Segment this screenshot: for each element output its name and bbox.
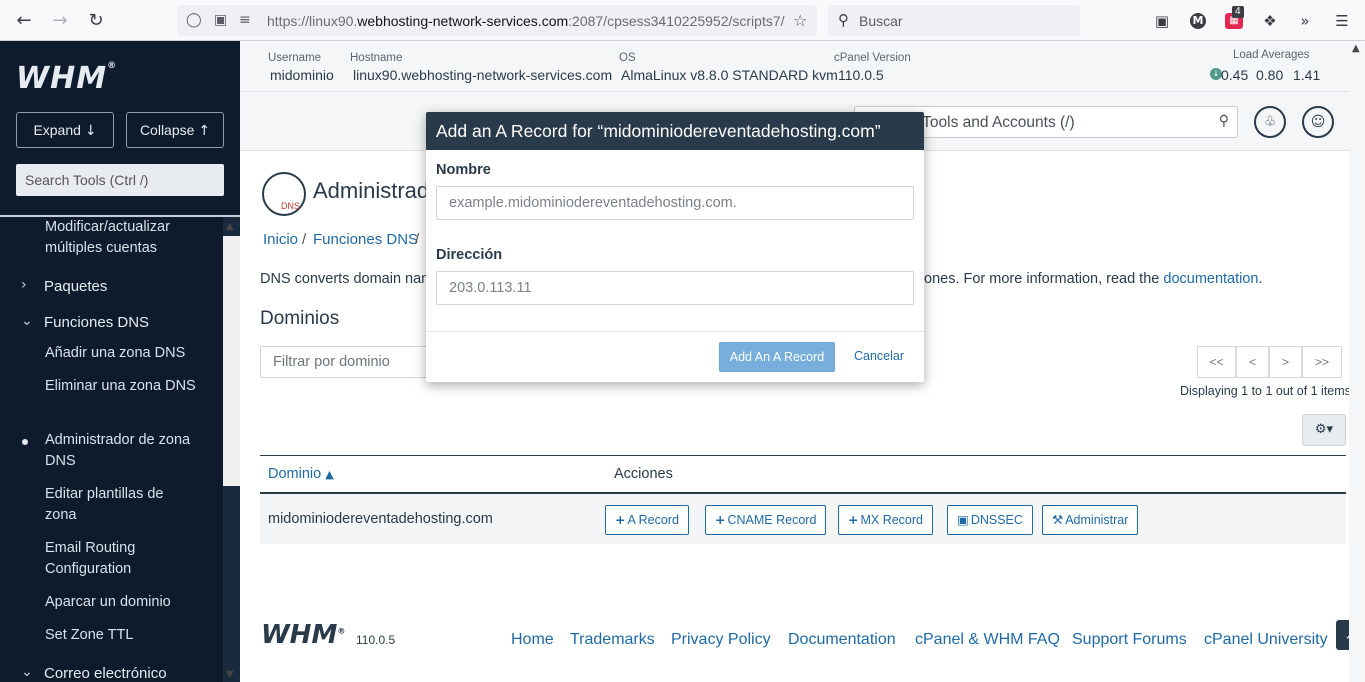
permissions-icon[interactable]: ≡ bbox=[239, 12, 251, 28]
url-bar[interactable]: ◯ ▣ ≡ https://linux90.webhosting-network… bbox=[177, 5, 817, 36]
url-text[interactable]: https://linux90.webhosting-network-servi… bbox=[267, 13, 787, 29]
menu-hamburger-icon[interactable]: ☰ bbox=[1332, 11, 1352, 31]
name-field-label: Nombre bbox=[436, 162, 491, 178]
cancel-button[interactable]: Cancelar bbox=[854, 349, 904, 363]
name-input[interactable] bbox=[436, 186, 914, 220]
address-input[interactable] bbox=[436, 271, 914, 305]
add-a-record-dialog: Add an A Record for “midominiodereventad… bbox=[426, 112, 924, 382]
browser-search-placeholder: Buscar bbox=[859, 13, 903, 29]
dialog-footer-divider bbox=[426, 331, 924, 332]
overflow-chevrons-icon[interactable]: » bbox=[1295, 11, 1315, 31]
browser-search-box[interactable]: ⚲ Buscar bbox=[828, 5, 1080, 36]
shield-icon[interactable]: ◯ bbox=[186, 12, 202, 28]
add-a-record-submit-button[interactable]: Add An A Record bbox=[719, 342, 835, 372]
address-field-label: Dirección bbox=[436, 247, 503, 263]
dialog-title: Add an A Record for “midominiodereventad… bbox=[426, 112, 924, 150]
profile-avatar[interactable]: M bbox=[1190, 13, 1206, 29]
pocket-icon[interactable]: ▣ bbox=[1152, 11, 1172, 31]
extensions-puzzle-icon[interactable]: ❖ bbox=[1260, 11, 1280, 31]
browser-toolbar: ← → ↻ ◯ ▣ ≡ https://linux90.webhosting-n… bbox=[0, 0, 1365, 41]
search-icon: ⚲ bbox=[838, 11, 849, 29]
reload-icon[interactable]: ↻ bbox=[85, 10, 107, 32]
extension-badge: 4 bbox=[1232, 6, 1244, 18]
lock-icon[interactable]: ▣ bbox=[214, 12, 227, 28]
back-arrow-icon[interactable]: ← bbox=[13, 10, 35, 32]
forward-arrow-icon[interactable]: → bbox=[49, 10, 71, 32]
bookmark-star-icon[interactable]: ☆ bbox=[793, 11, 807, 30]
